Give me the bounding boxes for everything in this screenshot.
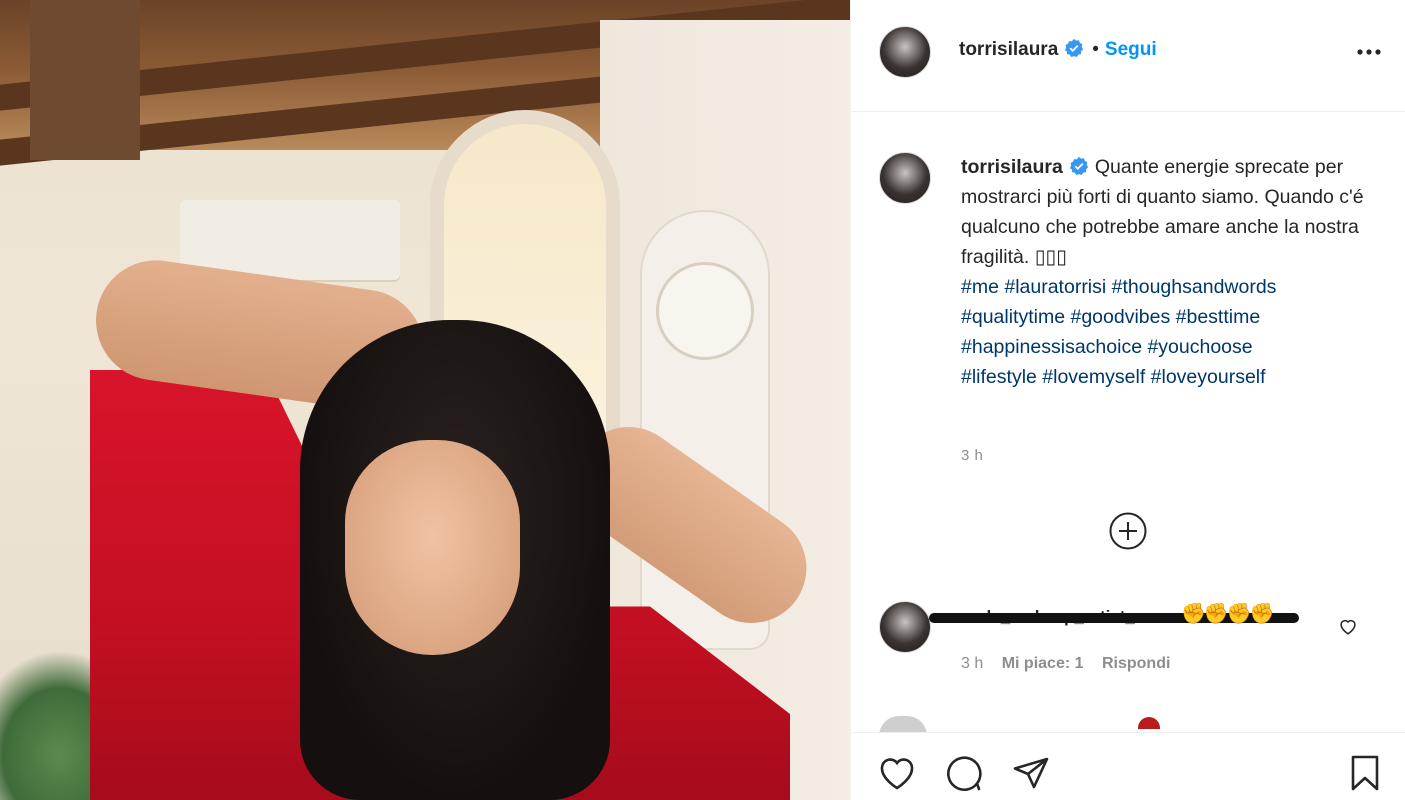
hashtags-line[interactable]: #lifestyle #lovemyself #loveyourself [961,362,1371,392]
verified-badge-icon [1065,38,1084,57]
header-username[interactable]: torrisilaura [959,39,1058,60]
comment-icon[interactable] [941,751,985,795]
action-bar [851,732,1405,800]
caption-text: torrisilaura Quante energie sprecate per… [961,152,1371,392]
hashtags-line[interactable]: #happinessisachoice #youchoose [961,332,1371,362]
follow-button[interactable]: Segui [1105,39,1157,60]
add-comment-icon[interactable] [1109,512,1147,550]
avatar[interactable] [879,26,931,78]
hashtags-line[interactable]: #qualitytime #goodvibes #besttime [961,302,1371,332]
share-icon[interactable] [1009,751,1053,795]
post-timestamp[interactable]: 3 h [961,447,983,464]
comment-likes[interactable]: Mi piace: 1 [1002,655,1084,672]
caption-avatar[interactable] [879,152,931,204]
verified-badge-icon [1069,156,1088,175]
comment-item: carla_makeup_artist_ ✊✊✊✊ 3 h Mi piace: … [851,595,1405,705]
face [345,440,520,655]
reply-button[interactable]: Rispondi [1102,655,1170,672]
comment-text: ✊✊✊✊ [1181,603,1275,625]
heart-icon[interactable] [1337,615,1359,637]
post-photo[interactable] [0,0,850,800]
hashtags-line[interactable]: #me #lauratorrisi #thoughsandwords [961,272,1371,302]
comment-time[interactable]: 3 h [961,655,983,672]
post-header: torrisilaura • Segui [851,0,1405,112]
bookmark-icon[interactable] [1343,751,1387,795]
heart-icon[interactable] [875,751,919,795]
separator-dot: • [1092,39,1099,60]
post-side-panel: torrisilaura • Segui torrisilaura Quante … [850,0,1405,800]
header-user-row: torrisilaura • Segui [959,38,1157,61]
comment-meta: 3 h Mi piace: 1 Rispondi [961,655,1184,673]
comment-avatar[interactable] [879,601,931,653]
next-comment-emoji [1138,717,1160,729]
more-options-icon[interactable] [1351,38,1387,66]
caption-username[interactable]: torrisilaura [961,156,1063,178]
